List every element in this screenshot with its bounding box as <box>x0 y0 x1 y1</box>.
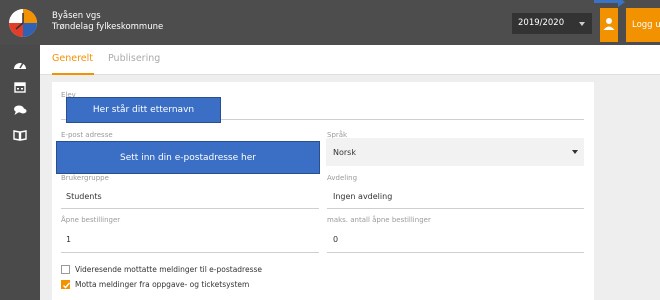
usergroup-value: Students <box>66 192 102 201</box>
language-select[interactable] <box>326 138 584 166</box>
municipality-name: Trøndelag fylkeskommune <box>52 22 164 32</box>
clock-logo-icon <box>9 9 37 37</box>
open-orders-label: Åpne bestillinger <box>61 216 121 224</box>
max-open-orders-value: 0 <box>333 235 339 244</box>
active-tab-indicator <box>52 73 94 75</box>
open-orders-value: 1 <box>66 235 72 244</box>
calendar-icon[interactable] <box>12 80 28 94</box>
logout-button[interactable]: Logg ut <box>626 8 660 42</box>
max-open-orders-label: maks. antall åpne bestillinger <box>327 216 431 224</box>
usergroup-label: Brukergruppe <box>61 174 109 182</box>
department-value: Ingen avdeling <box>333 192 393 201</box>
receive-messages-checkbox[interactable] <box>61 280 71 289</box>
dashboard-icon[interactable] <box>12 57 28 71</box>
email-label: E-post adresse <box>61 131 113 139</box>
annotation-arrow <box>594 0 620 3</box>
chevron-down-icon <box>579 22 585 26</box>
school-name: Byåsen vgs <box>52 11 101 21</box>
sidebar <box>0 45 40 300</box>
department-field[interactable] <box>327 208 584 209</box>
checkmark-icon <box>63 282 71 289</box>
user-profile-button[interactable] <box>600 8 618 42</box>
language-value: Norsk <box>333 148 356 157</box>
school-info: Byåsen vgs Trøndelag fylkeskommune <box>52 11 163 33</box>
forward-email-checkbox[interactable] <box>61 265 70 274</box>
book-icon[interactable] <box>12 128 28 142</box>
usergroup-field[interactable] <box>61 208 319 209</box>
annotation-arrow-head <box>618 0 625 7</box>
chat-icon[interactable] <box>12 103 28 117</box>
forward-email-label: Videresende mottatte meldinger til e-pos… <box>75 265 263 274</box>
user-icon <box>603 18 615 30</box>
tab-generelt[interactable]: Generelt <box>52 53 93 64</box>
department-label: Avdeling <box>327 174 358 182</box>
tab-publisering[interactable]: Publisering <box>108 53 160 64</box>
tab-bar: Generelt Publisering <box>40 45 660 75</box>
top-bar: Byåsen vgs Trøndelag fylkeskommune 2019/… <box>0 0 660 45</box>
max-open-orders-field[interactable] <box>327 252 584 253</box>
lastname-callout: Her står ditt etternavn <box>66 97 221 123</box>
chevron-down-icon <box>572 150 578 154</box>
school-year-select[interactable]: 2019/2020 <box>512 13 592 34</box>
school-year-value: 2019/2020 <box>518 18 565 28</box>
open-orders-field[interactable] <box>61 252 319 253</box>
email-callout: Sett inn din e-postadresse her <box>56 141 320 174</box>
receive-messages-label: Motta meldinger fra oppgave- og ticketsy… <box>75 280 250 289</box>
